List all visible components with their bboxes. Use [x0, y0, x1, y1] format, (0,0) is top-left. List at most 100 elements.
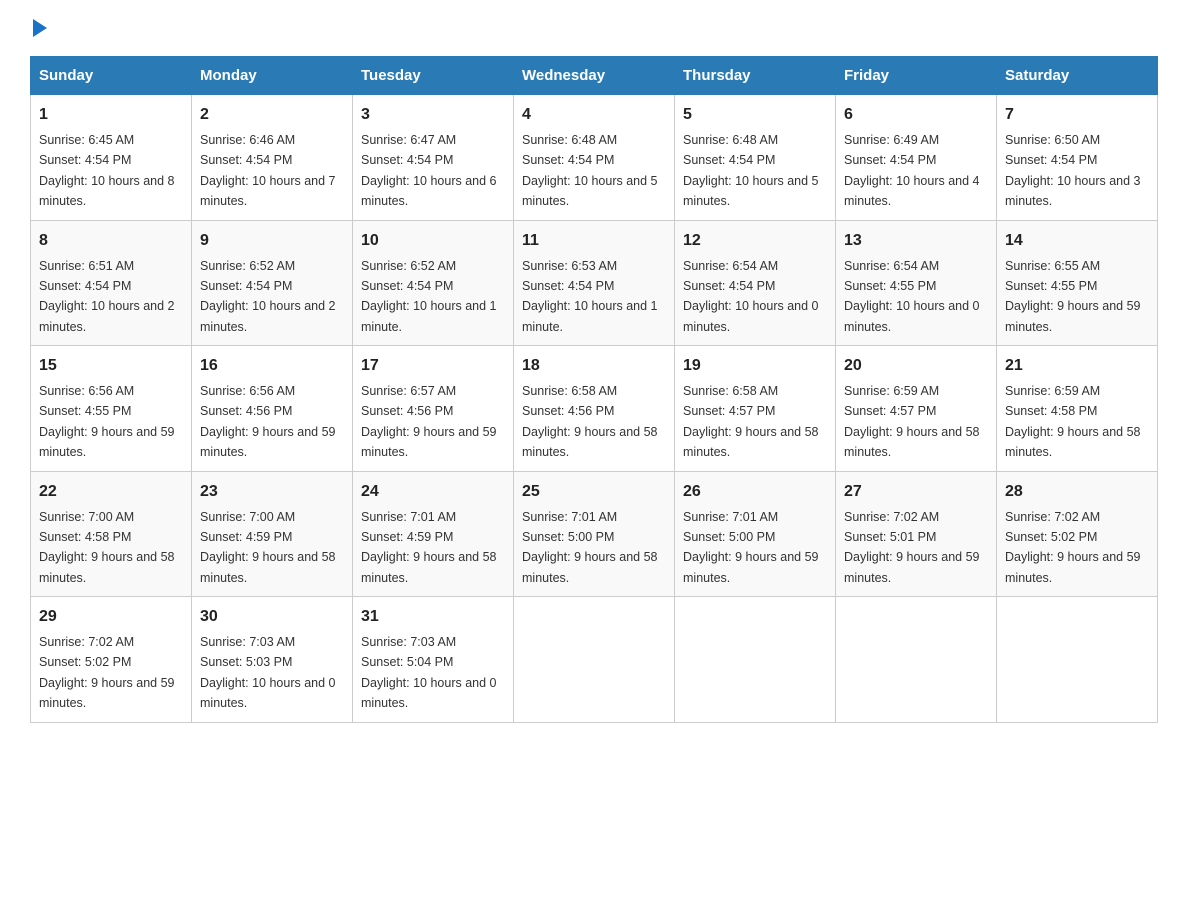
day-number: 4 — [522, 103, 666, 127]
calendar-cell: 10 Sunrise: 6:52 AMSunset: 4:54 PMDaylig… — [353, 220, 514, 346]
day-info: Sunrise: 6:55 AMSunset: 4:55 PMDaylight:… — [1005, 259, 1141, 334]
day-number: 26 — [683, 480, 827, 504]
day-info: Sunrise: 6:51 AMSunset: 4:54 PMDaylight:… — [39, 259, 175, 334]
day-info: Sunrise: 6:50 AMSunset: 4:54 PMDaylight:… — [1005, 133, 1141, 208]
day-info: Sunrise: 7:02 AMSunset: 5:02 PMDaylight:… — [39, 635, 175, 710]
day-number: 25 — [522, 480, 666, 504]
day-info: Sunrise: 6:53 AMSunset: 4:54 PMDaylight:… — [522, 259, 658, 334]
day-info: Sunrise: 6:59 AMSunset: 4:58 PMDaylight:… — [1005, 384, 1141, 459]
calendar-cell — [675, 597, 836, 723]
day-info: Sunrise: 7:01 AMSunset: 5:00 PMDaylight:… — [522, 510, 658, 585]
calendar-cell: 21 Sunrise: 6:59 AMSunset: 4:58 PMDaylig… — [997, 346, 1158, 472]
day-number: 10 — [361, 229, 505, 253]
day-number: 18 — [522, 354, 666, 378]
day-info: Sunrise: 6:48 AMSunset: 4:54 PMDaylight:… — [522, 133, 658, 208]
calendar-cell: 22 Sunrise: 7:00 AMSunset: 4:58 PMDaylig… — [31, 471, 192, 597]
day-number: 24 — [361, 480, 505, 504]
col-thursday: Thursday — [675, 57, 836, 95]
day-info: Sunrise: 7:02 AMSunset: 5:02 PMDaylight:… — [1005, 510, 1141, 585]
day-info: Sunrise: 7:01 AMSunset: 4:59 PMDaylight:… — [361, 510, 497, 585]
calendar-cell — [836, 597, 997, 723]
day-info: Sunrise: 7:00 AMSunset: 4:58 PMDaylight:… — [39, 510, 175, 585]
day-number: 13 — [844, 229, 988, 253]
day-number: 21 — [1005, 354, 1149, 378]
calendar-cell: 3 Sunrise: 6:47 AMSunset: 4:54 PMDayligh… — [353, 95, 514, 221]
calendar-cell — [997, 597, 1158, 723]
day-number: 9 — [200, 229, 344, 253]
day-number: 3 — [361, 103, 505, 127]
day-info: Sunrise: 6:56 AMSunset: 4:56 PMDaylight:… — [200, 384, 336, 459]
calendar-cell: 17 Sunrise: 6:57 AMSunset: 4:56 PMDaylig… — [353, 346, 514, 472]
calendar-cell: 20 Sunrise: 6:59 AMSunset: 4:57 PMDaylig… — [836, 346, 997, 472]
day-info: Sunrise: 7:00 AMSunset: 4:59 PMDaylight:… — [200, 510, 336, 585]
day-number: 19 — [683, 354, 827, 378]
day-info: Sunrise: 6:54 AMSunset: 4:54 PMDaylight:… — [683, 259, 819, 334]
day-number: 15 — [39, 354, 183, 378]
day-number: 5 — [683, 103, 827, 127]
day-info: Sunrise: 6:47 AMSunset: 4:54 PMDaylight:… — [361, 133, 497, 208]
calendar-cell: 16 Sunrise: 6:56 AMSunset: 4:56 PMDaylig… — [192, 346, 353, 472]
calendar-cell: 19 Sunrise: 6:58 AMSunset: 4:57 PMDaylig… — [675, 346, 836, 472]
calendar-cell: 13 Sunrise: 6:54 AMSunset: 4:55 PMDaylig… — [836, 220, 997, 346]
day-info: Sunrise: 6:48 AMSunset: 4:54 PMDaylight:… — [683, 133, 819, 208]
calendar-header-row: Sunday Monday Tuesday Wednesday Thursday… — [31, 57, 1158, 95]
calendar-cell: 4 Sunrise: 6:48 AMSunset: 4:54 PMDayligh… — [514, 95, 675, 221]
calendar-cell: 23 Sunrise: 7:00 AMSunset: 4:59 PMDaylig… — [192, 471, 353, 597]
day-info: Sunrise: 6:54 AMSunset: 4:55 PMDaylight:… — [844, 259, 980, 334]
calendar-cell: 11 Sunrise: 6:53 AMSunset: 4:54 PMDaylig… — [514, 220, 675, 346]
day-number: 12 — [683, 229, 827, 253]
calendar-cell: 29 Sunrise: 7:02 AMSunset: 5:02 PMDaylig… — [31, 597, 192, 723]
calendar-week-row: 1 Sunrise: 6:45 AMSunset: 4:54 PMDayligh… — [31, 95, 1158, 221]
calendar-cell: 5 Sunrise: 6:48 AMSunset: 4:54 PMDayligh… — [675, 95, 836, 221]
calendar-cell: 12 Sunrise: 6:54 AMSunset: 4:54 PMDaylig… — [675, 220, 836, 346]
calendar-cell: 25 Sunrise: 7:01 AMSunset: 5:00 PMDaylig… — [514, 471, 675, 597]
day-number: 14 — [1005, 229, 1149, 253]
day-info: Sunrise: 6:52 AMSunset: 4:54 PMDaylight:… — [200, 259, 336, 334]
calendar-cell: 27 Sunrise: 7:02 AMSunset: 5:01 PMDaylig… — [836, 471, 997, 597]
day-info: Sunrise: 6:56 AMSunset: 4:55 PMDaylight:… — [39, 384, 175, 459]
day-number: 22 — [39, 480, 183, 504]
calendar-cell: 1 Sunrise: 6:45 AMSunset: 4:54 PMDayligh… — [31, 95, 192, 221]
day-number: 1 — [39, 103, 183, 127]
calendar-cell: 8 Sunrise: 6:51 AMSunset: 4:54 PMDayligh… — [31, 220, 192, 346]
col-tuesday: Tuesday — [353, 57, 514, 95]
day-number: 20 — [844, 354, 988, 378]
calendar-cell: 9 Sunrise: 6:52 AMSunset: 4:54 PMDayligh… — [192, 220, 353, 346]
calendar-cell: 31 Sunrise: 7:03 AMSunset: 5:04 PMDaylig… — [353, 597, 514, 723]
calendar-cell: 30 Sunrise: 7:03 AMSunset: 5:03 PMDaylig… — [192, 597, 353, 723]
logo — [30, 20, 47, 38]
day-number: 11 — [522, 229, 666, 253]
calendar-cell — [514, 597, 675, 723]
col-friday: Friday — [836, 57, 997, 95]
day-info: Sunrise: 6:59 AMSunset: 4:57 PMDaylight:… — [844, 384, 980, 459]
calendar-cell: 14 Sunrise: 6:55 AMSunset: 4:55 PMDaylig… — [997, 220, 1158, 346]
day-number: 29 — [39, 605, 183, 629]
day-number: 6 — [844, 103, 988, 127]
day-number: 7 — [1005, 103, 1149, 127]
col-monday: Monday — [192, 57, 353, 95]
calendar-cell: 18 Sunrise: 6:58 AMSunset: 4:56 PMDaylig… — [514, 346, 675, 472]
day-number: 28 — [1005, 480, 1149, 504]
day-number: 30 — [200, 605, 344, 629]
day-info: Sunrise: 7:03 AMSunset: 5:04 PMDaylight:… — [361, 635, 497, 710]
day-number: 27 — [844, 480, 988, 504]
calendar-cell: 7 Sunrise: 6:50 AMSunset: 4:54 PMDayligh… — [997, 95, 1158, 221]
day-info: Sunrise: 6:46 AMSunset: 4:54 PMDaylight:… — [200, 133, 336, 208]
day-number: 16 — [200, 354, 344, 378]
day-info: Sunrise: 6:58 AMSunset: 4:56 PMDaylight:… — [522, 384, 658, 459]
day-info: Sunrise: 7:01 AMSunset: 5:00 PMDaylight:… — [683, 510, 819, 585]
calendar-cell: 24 Sunrise: 7:01 AMSunset: 4:59 PMDaylig… — [353, 471, 514, 597]
calendar-cell: 2 Sunrise: 6:46 AMSunset: 4:54 PMDayligh… — [192, 95, 353, 221]
logo-bottom — [30, 20, 47, 38]
day-info: Sunrise: 6:57 AMSunset: 4:56 PMDaylight:… — [361, 384, 497, 459]
calendar-table: Sunday Monday Tuesday Wednesday Thursday… — [30, 56, 1158, 723]
calendar-week-row: 8 Sunrise: 6:51 AMSunset: 4:54 PMDayligh… — [31, 220, 1158, 346]
calendar-cell: 6 Sunrise: 6:49 AMSunset: 4:54 PMDayligh… — [836, 95, 997, 221]
page-header — [30, 20, 1158, 38]
day-info: Sunrise: 6:58 AMSunset: 4:57 PMDaylight:… — [683, 384, 819, 459]
day-info: Sunrise: 6:45 AMSunset: 4:54 PMDaylight:… — [39, 133, 175, 208]
calendar-cell: 28 Sunrise: 7:02 AMSunset: 5:02 PMDaylig… — [997, 471, 1158, 597]
calendar-week-row: 29 Sunrise: 7:02 AMSunset: 5:02 PMDaylig… — [31, 597, 1158, 723]
day-info: Sunrise: 7:03 AMSunset: 5:03 PMDaylight:… — [200, 635, 336, 710]
day-number: 31 — [361, 605, 505, 629]
